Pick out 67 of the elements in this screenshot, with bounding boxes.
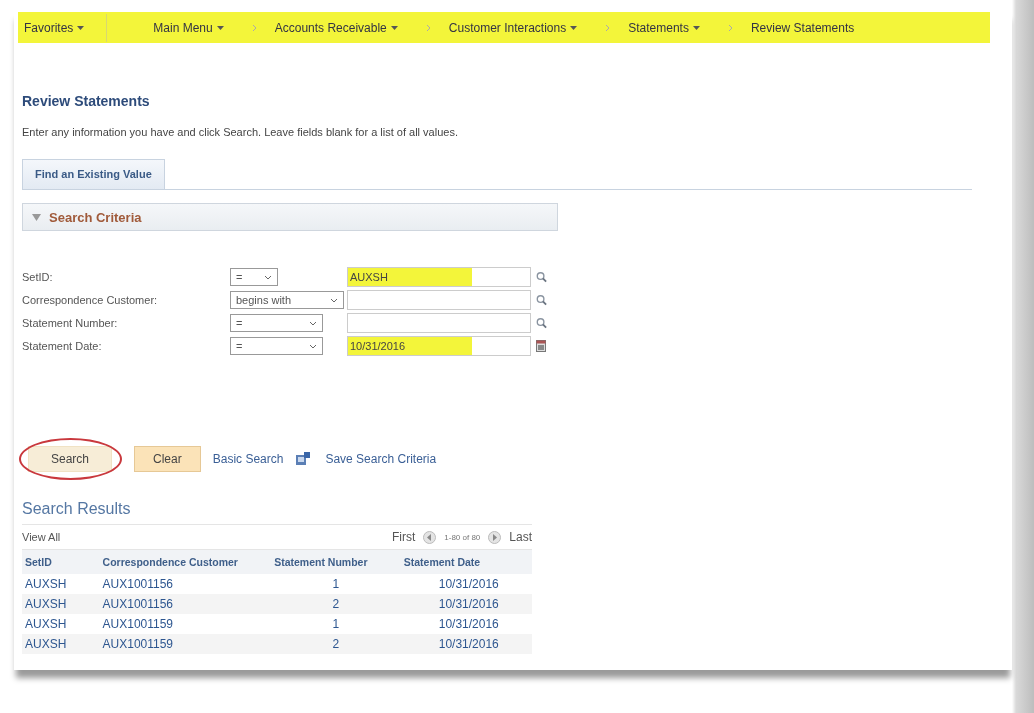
table-cell[interactable]: AUX1001159 (99, 614, 272, 634)
previous-icon[interactable] (423, 530, 437, 544)
table-cell[interactable]: AUXSH (22, 574, 100, 594)
breadcrumb-item[interactable]: Statements (622, 20, 693, 35)
chevron-icon (605, 23, 611, 32)
section-title: Search Criteria (49, 209, 142, 225)
search-icon[interactable] (536, 294, 547, 306)
next-icon[interactable] (488, 530, 502, 544)
breadcrumb-item[interactable]: Accounts Receivable (268, 20, 391, 35)
table-cell[interactable]: AUX1001156 (99, 574, 272, 594)
chevron-down-icon (309, 343, 317, 349)
link[interactable]: View All (22, 531, 61, 543)
breadcrumb-item[interactable]: Customer Interactions (442, 20, 571, 35)
instructions-text: Enter any information you have and click Search. Leave fields blank for a list of all values. (22, 126, 459, 138)
link[interactable]: Basic Search (212, 452, 284, 466)
tab[interactable]: Find an Existing Value (22, 159, 165, 189)
search-icon[interactable] (536, 317, 547, 329)
search-icon[interactable] (536, 271, 547, 283)
page-title: Review Statements (22, 93, 151, 109)
save-icon[interactable] (295, 451, 312, 467)
calendar-icon[interactable] (536, 340, 547, 352)
breadcrumb-item[interactable]: Favorites (24, 20, 78, 35)
chevron-down-icon (264, 274, 272, 280)
section-title: Search Results (22, 500, 132, 518)
table-cell[interactable]: AUXSH (22, 594, 100, 614)
table-cell[interactable]: 2 (271, 634, 401, 654)
operator-dropdown[interactable]: = (230, 337, 323, 355)
operator-dropdown[interactable]: begins with (230, 291, 344, 309)
table-cell[interactable]: 10/31/2016 (400, 594, 532, 614)
chevron-icon (727, 23, 733, 32)
input-field[interactable] (347, 290, 531, 310)
link[interactable]: Last (509, 530, 532, 544)
page-range: 1-80 of 80 (444, 532, 481, 542)
input-field[interactable]: AUXSH (347, 267, 531, 287)
table-cell[interactable]: AUXSH (22, 614, 100, 634)
field-label: Statement Number: (22, 317, 119, 329)
chevron-icon (251, 23, 257, 32)
breadcrumb-item[interactable]: Review Statements (744, 20, 859, 35)
table-cell[interactable]: AUX1001159 (99, 634, 272, 654)
column-header: Correspondence Customer (99, 550, 272, 574)
chevron-down-icon (330, 297, 338, 303)
column-header: Statement Number (271, 550, 401, 574)
chevron-icon (425, 23, 431, 32)
table-cell[interactable]: 10/31/2016 (400, 634, 532, 654)
column-header: Statement Date (400, 550, 532, 574)
input-field[interactable]: 10/31/2016 (347, 336, 531, 356)
chevron-down-icon (309, 320, 317, 326)
table-cell[interactable]: 10/31/2016 (400, 614, 532, 634)
table-cell[interactable]: 10/31/2016 (400, 574, 532, 594)
table-cell[interactable]: AUXSH (22, 634, 100, 654)
column-header: SetID (22, 550, 100, 574)
field-label: SetID: (22, 271, 54, 283)
table-cell[interactable]: 1 (271, 574, 401, 594)
operator-dropdown[interactable]: = (230, 268, 278, 286)
table-cell[interactable]: 2 (271, 594, 401, 614)
operator-dropdown[interactable]: = (230, 314, 323, 332)
section-header[interactable]: Search Criteria (22, 203, 558, 231)
field-label: Statement Date: (22, 340, 103, 352)
link[interactable]: First (391, 530, 416, 544)
table-cell[interactable]: AUX1001156 (99, 594, 272, 614)
input-field[interactable] (347, 313, 531, 333)
link[interactable]: Save Search Criteria (325, 452, 437, 466)
table-cell[interactable]: 1 (271, 614, 401, 634)
breadcrumb-item[interactable]: Main Menu (147, 20, 217, 35)
action-button[interactable]: Clear (134, 446, 201, 472)
field-label: Correspondence Customer: (22, 294, 159, 306)
action-button[interactable]: Search (28, 446, 113, 472)
